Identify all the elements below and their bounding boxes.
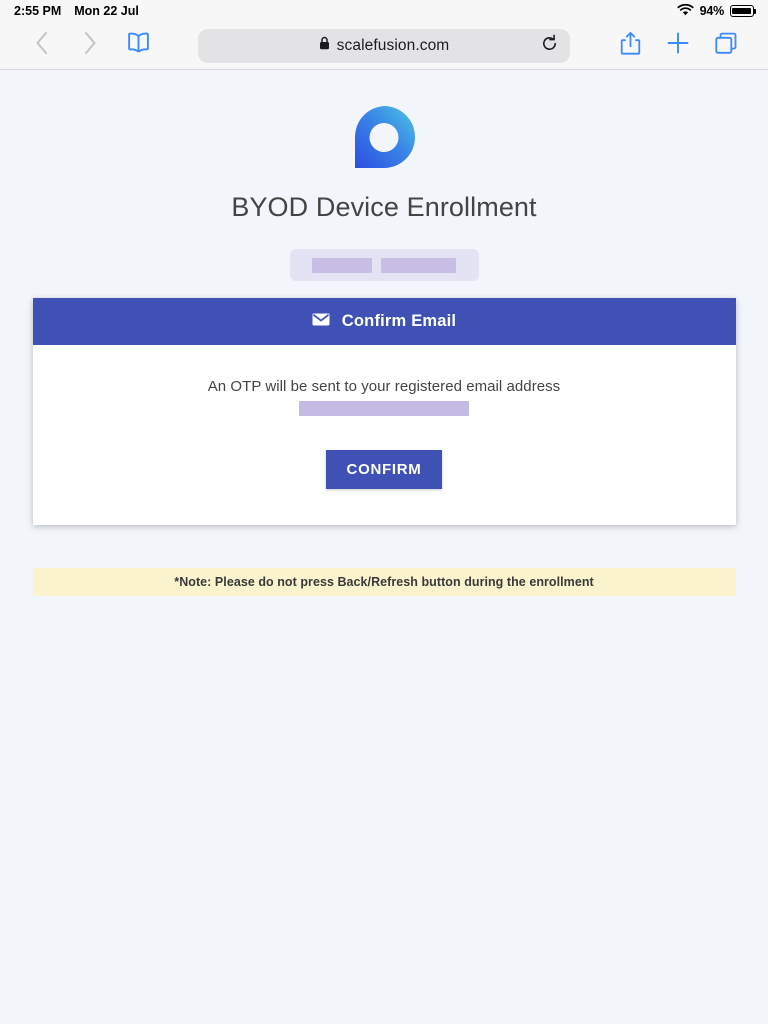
forward-button[interactable] (66, 24, 114, 68)
reload-icon (541, 34, 558, 56)
redacted-block-2 (381, 257, 456, 273)
url-bar-content: scalefusion.com (210, 36, 558, 55)
status-bar: 2:55 PM Mon 22 Jul 94% (0, 0, 768, 22)
battery-icon (730, 5, 757, 17)
reload-button[interactable] (541, 34, 558, 57)
status-bar-right: 94% (677, 3, 757, 19)
status-time: 2:55 PM (14, 4, 62, 18)
back-button[interactable] (18, 24, 66, 68)
card-header-title: Confirm Email (341, 312, 457, 330)
browser-toolbar: scalefusion.com (0, 22, 768, 70)
confirm-email-card: Confirm Email An OTP will be sent to you… (32, 298, 736, 525)
share-icon (620, 31, 641, 61)
card-header: Confirm Email (32, 298, 736, 345)
bookmarks-button[interactable] (114, 24, 162, 68)
note-banner: *Note: Please do not press Back/Refresh … (32, 568, 736, 596)
otp-description: An OTP will be sent to your registered e… (207, 378, 561, 395)
page-content: BYOD Device Enrollment Confirm Email An … (0, 70, 768, 1024)
status-date: Mon 22 Jul (74, 4, 139, 18)
envelope-icon (312, 313, 330, 331)
new-tab-button[interactable] (654, 24, 702, 68)
page-title: BYOD Device Enrollment (231, 192, 537, 222)
card-body: An OTP will be sent to your registered e… (33, 345, 736, 525)
chevron-right-icon (83, 31, 97, 60)
confirm-button[interactable]: CONFIRM (325, 450, 443, 489)
plus-icon (666, 31, 690, 60)
url-text: scalefusion.com (336, 36, 450, 54)
redacted-email (299, 401, 469, 416)
redacted-block-1 (312, 257, 372, 273)
logo-container (0, 104, 768, 178)
book-icon (125, 31, 152, 60)
share-button[interactable] (606, 24, 654, 68)
lock-icon (319, 36, 330, 55)
url-bar[interactable]: scalefusion.com (198, 28, 570, 63)
battery-percent: 94% (699, 4, 725, 18)
chevron-left-icon (35, 31, 49, 60)
tabs-icon (714, 31, 738, 60)
status-bar-left: 2:55 PM Mon 22 Jul (14, 4, 139, 18)
redacted-info-pill (289, 249, 479, 281)
wifi-icon (677, 3, 694, 19)
tabs-button[interactable] (702, 24, 750, 68)
scalefusion-logo (351, 104, 417, 178)
